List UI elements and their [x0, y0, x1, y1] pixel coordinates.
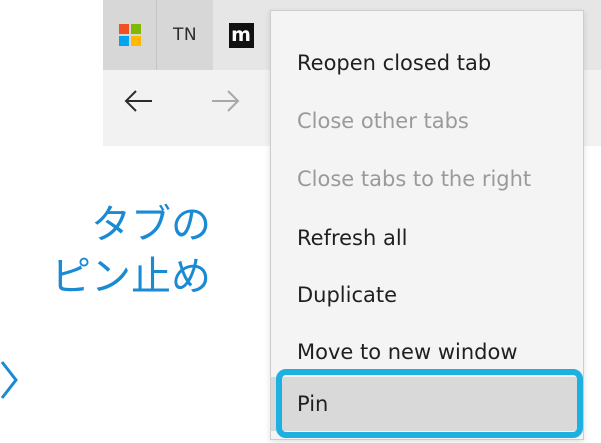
tab-m[interactable]: m — [213, 0, 269, 70]
callout-arrow-icon — [0, 361, 18, 399]
menu-item-close-tabs-right[interactable]: Close tabs to the right — [271, 151, 583, 207]
annotation-line-2: ピン止め — [51, 254, 211, 300]
arrow-right-icon — [212, 90, 240, 112]
menu-item-refresh-all[interactable]: Refresh all — [271, 210, 583, 266]
menu-item-close-other-tabs[interactable]: Close other tabs — [271, 93, 583, 149]
arrow-left-icon — [124, 90, 152, 112]
microsoft-logo-icon — [118, 24, 141, 46]
tab-tn[interactable]: TN — [157, 0, 213, 70]
tab-m-icon: m — [228, 22, 254, 48]
pin-tab-annotation: タブの ピン止め — [51, 199, 211, 303]
menu-item-reopen-closed-tab[interactable]: Reopen closed tab — [271, 35, 583, 91]
tab-microsoft[interactable] — [103, 0, 157, 70]
forward-button[interactable] — [200, 76, 250, 126]
annotation-line-1: タブの — [91, 202, 211, 248]
tab-tn-label: TN — [172, 25, 198, 45]
menu-item-duplicate[interactable]: Duplicate — [271, 267, 583, 323]
pin-highlight-frame — [276, 369, 583, 438]
back-button[interactable] — [114, 76, 164, 126]
